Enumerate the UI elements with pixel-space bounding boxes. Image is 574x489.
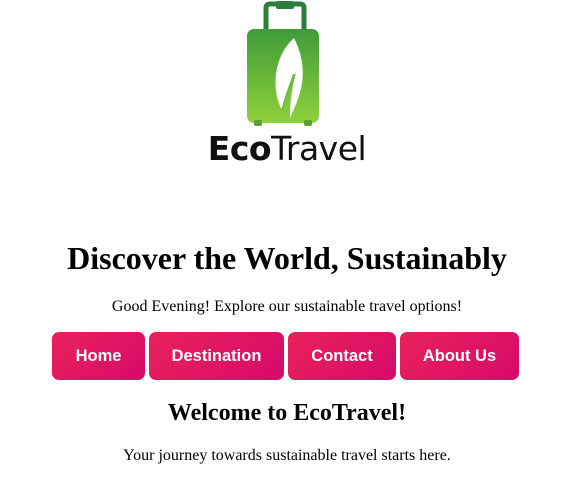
nav-about-us-button[interactable]: About Us bbox=[400, 332, 519, 380]
greeting-text: Good Evening! Explore our sustainable tr… bbox=[111, 298, 463, 315]
nav-destination-button[interactable]: Destination bbox=[149, 332, 284, 380]
welcome-title: Welcome to EcoTravel! bbox=[167, 400, 407, 426]
suitcase-leaf-icon bbox=[247, 1, 319, 126]
main-nav: Home Destination Contact About Us bbox=[52, 332, 519, 380]
nav-home-button[interactable]: Home bbox=[52, 332, 145, 380]
nav-contact-button[interactable]: Contact bbox=[288, 332, 396, 380]
brand-name-regular: Travel bbox=[271, 129, 367, 168]
page-headline: Discover the World, Sustainably bbox=[67, 240, 507, 276]
welcome-text: Your journey towards sustainable travel … bbox=[123, 447, 451, 464]
brand-name-bold: Eco bbox=[207, 129, 272, 168]
brand-wordmark: EcoTravel bbox=[0, 127, 574, 171]
